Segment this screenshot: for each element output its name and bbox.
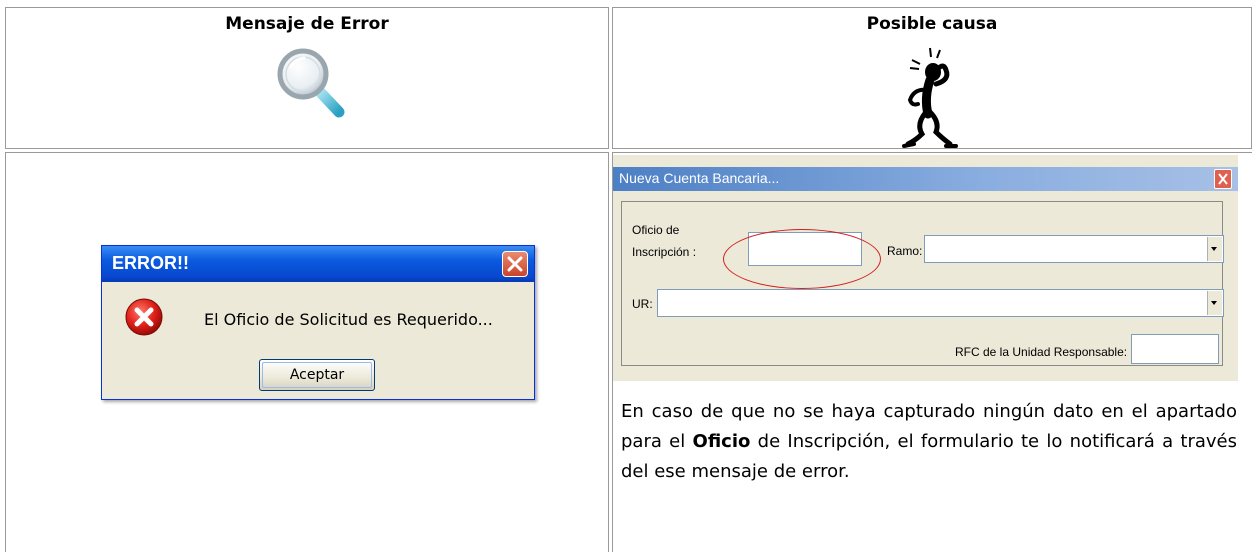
error-dialog-title: ERROR!! bbox=[112, 253, 189, 273]
oficio-label-line1: Oficio de bbox=[632, 223, 680, 237]
chevron-down-icon[interactable] bbox=[1207, 291, 1222, 315]
window-titlebar: Nueva Cuenta Bancaria... bbox=[613, 167, 1238, 191]
header-cell-possible-cause: Posible causa bbox=[612, 7, 1252, 149]
column-header-possible-cause: Posible causa bbox=[866, 14, 998, 34]
header-cell-error-message: Mensaje de Error bbox=[5, 7, 609, 149]
ramo-label: Ramo: bbox=[887, 244, 923, 258]
rfc-input[interactable] bbox=[1131, 334, 1219, 364]
ur-label: UR: bbox=[632, 297, 653, 311]
error-dialog-body: El Oficio de Solicitud es Requerido... A… bbox=[102, 282, 534, 399]
body-cell-error-dialog: ERROR!! El Oficio de Solicitud es Requer… bbox=[5, 152, 609, 552]
close-button[interactable] bbox=[502, 251, 528, 277]
error-dialog-titlebar: ERROR!! bbox=[102, 246, 534, 282]
error-icon bbox=[125, 298, 163, 336]
ur-select[interactable] bbox=[657, 289, 1224, 317]
window-title: Nueva Cuenta Bancaria... bbox=[619, 170, 780, 186]
column-header-error-message: Mensaje de Error bbox=[225, 14, 389, 34]
error-message: El Oficio de Solicitud es Requerido... bbox=[204, 310, 493, 329]
error-table: Mensaje de Error Posible causa ERROR!! E… bbox=[0, 0, 1256, 552]
accept-button[interactable]: Aceptar bbox=[259, 359, 375, 391]
explanation-bold-oficio: Oficio bbox=[692, 431, 751, 452]
ramo-select[interactable] bbox=[924, 235, 1224, 263]
magnifier-icon bbox=[277, 48, 345, 118]
error-dialog: ERROR!! El Oficio de Solicitud es Requer… bbox=[101, 245, 535, 400]
body-cell-possible-cause: Nueva Cuenta Bancaria... Oficio de Inscr… bbox=[612, 152, 1252, 552]
explanation-paragraph: En caso de que no se haya capturado ning… bbox=[621, 397, 1237, 487]
close-icon bbox=[1218, 173, 1228, 185]
highlight-oval bbox=[723, 229, 881, 289]
close-icon bbox=[507, 256, 523, 272]
oficio-label-line2: Inscripción : bbox=[632, 245, 697, 259]
rfc-label: RFC de la Unidad Responsable: bbox=[955, 345, 1128, 359]
confused-person-icon bbox=[902, 47, 958, 148]
chevron-down-icon[interactable] bbox=[1207, 237, 1222, 261]
window-close-button[interactable] bbox=[1214, 169, 1232, 189]
new-bank-account-window: Nueva Cuenta Bancaria... Oficio de Inscr… bbox=[613, 155, 1238, 381]
accept-button-focus-ring bbox=[262, 362, 372, 388]
